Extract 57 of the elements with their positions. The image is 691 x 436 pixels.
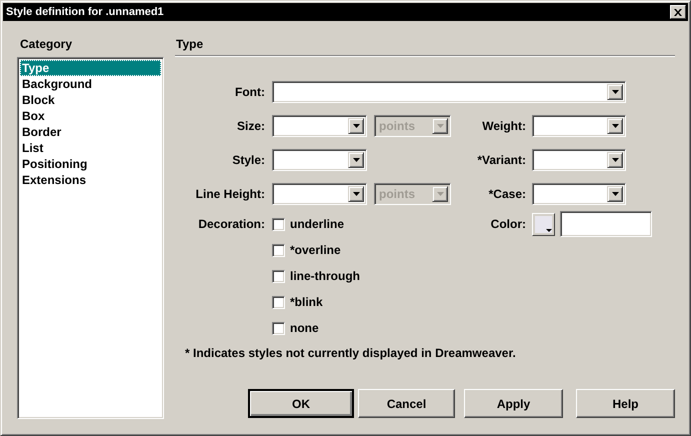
category-item[interactable]: Border [20,124,161,140]
field-label: Font: [234,85,266,99]
field-label: *Variant: [476,153,527,167]
field-label: Size: [236,119,266,133]
checkbox[interactable] [272,296,285,308]
field-label: Color: [490,217,527,231]
font-dropdown[interactable] [272,81,626,103]
field-label: Decoration: [197,216,266,233]
field-label: Line Height: [194,187,266,201]
close-button[interactable] [670,5,686,19]
color-picker[interactable] [532,212,555,236]
dialog-button[interactable]: Apply [464,389,563,418]
dialog-button[interactable]: Cancel [358,389,455,418]
window-title: Style definition for .unnamed1 [6,6,164,18]
checkbox-label: *overline [290,243,341,257]
weight-dropdown[interactable] [532,115,626,137]
category-item[interactable]: Extensions [20,172,161,188]
field-label: *Case: [488,187,527,201]
caret-icon [352,192,360,196]
checkbox[interactable] [272,270,285,282]
variant-dropdown[interactable] [532,149,626,171]
caret-icon [612,124,618,128]
close-icon [674,8,682,16]
caret-icon [612,90,618,94]
style-dropdown[interactable] [272,149,367,171]
size-dropdown[interactable] [272,115,367,137]
category-list[interactable]: Type Background Block Box Border List Positioning Extensions [17,57,164,419]
color-input-field[interactable] [560,211,652,237]
checkbox[interactable] [272,244,285,256]
category-item[interactable]: Box [20,108,161,124]
field-label: Weight: [481,119,527,133]
checkbox-label: line-through [290,269,360,283]
caret-icon [612,158,618,162]
panel-title: Type [175,37,204,51]
checkbox-label: none [290,321,319,335]
footnote: * Indicates styles not currently displayed in Dreamweaver. [184,346,517,360]
dialog-button[interactable]: Help [576,389,675,418]
category-item[interactable]: Positioning [20,156,161,172]
field-label: Style: [231,153,266,167]
case-dropdown[interactable] [532,183,626,205]
checkbox-label: *blink [290,295,323,309]
caret-icon [352,124,360,128]
caret-icon [546,228,552,232]
line-height-dropdown[interactable] [272,183,367,205]
dialog-button[interactable]: OK [248,389,354,418]
checkbox[interactable] [272,218,285,230]
category-item[interactable]: Block [20,92,161,108]
category-item[interactable]: Background [20,76,161,92]
category-item[interactable]: List [20,140,161,156]
caret-icon [352,158,360,162]
caret-icon [612,192,618,196]
caret-icon [436,124,444,128]
caret-icon [436,192,444,196]
checkbox[interactable] [272,322,285,334]
checkbox-label: underline [290,217,344,231]
category-item[interactable]: Type [20,60,161,76]
category-heading: Category [19,37,74,53]
